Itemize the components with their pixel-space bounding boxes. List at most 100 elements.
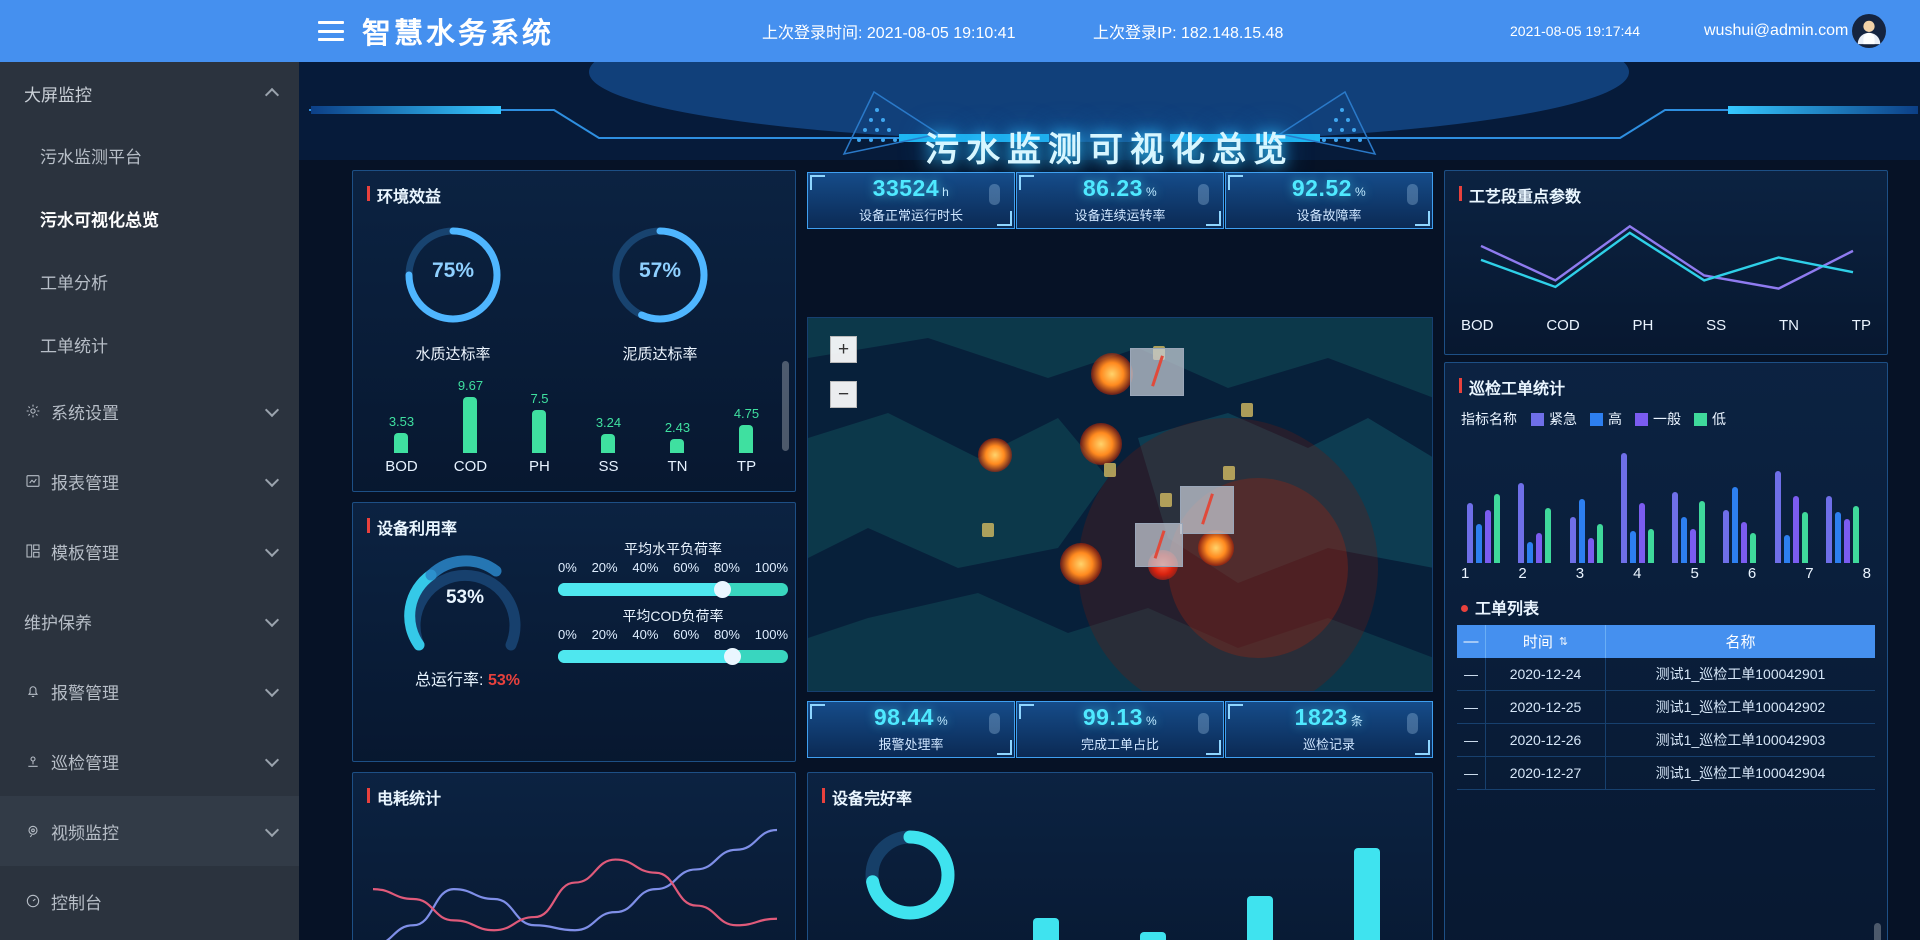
sidebar-item-wushui-jiance-pingtai[interactable]: 污水监测平台 <box>0 124 299 187</box>
sidebar-item-wushui-keshihua-zonglan[interactable]: 污水可视化总览 <box>0 187 299 250</box>
bell-icon <box>24 682 42 700</box>
table-row[interactable]: — 2020-12-27 测试1_巡检工单100042904 <box>1457 757 1875 790</box>
sidebar-item-gongdan-fenxi[interactable]: 工单分析 <box>0 250 299 313</box>
axis-tick-label: SS <box>1706 317 1727 334</box>
bar-rect <box>1596 523 1603 563</box>
user-avatar-icon[interactable] <box>1852 14 1886 48</box>
total-run-rate-label: 总运行率: <box>415 672 484 689</box>
bar-rect <box>1647 528 1654 563</box>
app-brand-title: 智慧水务系统 <box>362 16 555 50</box>
map-station-marker[interactable] <box>1241 403 1253 417</box>
work-order-list-heading: 工单列表 <box>1461 595 1539 619</box>
sidebar-item-video-surveillance[interactable]: 视频监控 <box>0 796 299 866</box>
sidebar-item-label: 巡检管理 <box>51 753 119 773</box>
gear-icon <box>24 402 42 420</box>
kpi-alarm-handle-rate: 98.44% 报警处理率 <box>807 701 1015 758</box>
kpi-value: 92.52% <box>1292 177 1366 200</box>
sidebar-item-report-management[interactable]: 报表管理 <box>0 446 299 516</box>
sidebar-item-alarm-management[interactable]: 报警管理 <box>0 656 299 726</box>
map-station-marker[interactable] <box>1223 466 1235 480</box>
kpi-label: 巡检记录 <box>1302 737 1355 752</box>
row-expand-cell[interactable]: — <box>1457 732 1485 748</box>
kpi-continuous-operation-rate: 86.23% 设备连续运转率 <box>1016 172 1224 229</box>
sidebar-item-inspection-management[interactable]: 巡检管理 <box>0 726 299 796</box>
bar-value-label: 7.5 <box>530 390 549 406</box>
panel-title-environment: 环境效益 <box>367 183 441 207</box>
kpi-number: 99.13 <box>1082 704 1143 730</box>
row-time-cell: 2020-12-25 <box>1485 691 1605 723</box>
table-header-row: — 时间 ⇅ 名称 <box>1457 625 1875 658</box>
scale-tick: 20% <box>591 560 618 575</box>
bar-rect <box>1518 482 1525 563</box>
kpi-number: 98.44 <box>873 704 934 730</box>
kpi-indicator <box>989 713 1000 734</box>
sidebar-item-template-management[interactable]: 模板管理 <box>0 516 299 586</box>
table-header-cell-name[interactable]: 名称 <box>1605 625 1875 658</box>
table-row[interactable]: — 2020-12-26 测试1_巡检工单100042903 <box>1457 724 1875 757</box>
panel-scrollbar[interactable] <box>782 361 789 451</box>
row-name-cell: 测试1_巡检工单100042904 <box>1605 757 1875 789</box>
bar-value-label: 2.43 <box>664 419 691 435</box>
map-station-marker[interactable] <box>982 523 994 537</box>
scale-tick: 60% <box>673 627 700 642</box>
kpi-unit: % <box>1354 185 1367 199</box>
kpi-value: 99.13% <box>1083 706 1157 729</box>
table-scrollbar[interactable] <box>1874 923 1881 940</box>
avg-water-load-label: 平均水平负荷率 <box>624 541 722 557</box>
bar-rect <box>1527 542 1534 563</box>
axis-tick-label: 1 <box>1461 565 1470 582</box>
sidebar-item-console[interactable]: 控制台 <box>0 866 299 936</box>
map-zoom-in-button[interactable]: + <box>830 336 857 363</box>
axis-tick-label: PH <box>1632 317 1654 334</box>
hamburger-menu-icon[interactable] <box>318 21 344 41</box>
axis-tick-label: BOD <box>1461 317 1494 334</box>
bar-rect <box>463 396 478 453</box>
row-expand-cell[interactable]: — <box>1457 699 1485 715</box>
bar-rect <box>1638 503 1645 563</box>
panel-environment-benefit: 环境效益 75% 水质达标率 57% 泥质达标率 3.53 BOD 9.67 C… <box>352 170 796 492</box>
bar-category-label: SS <box>598 458 619 475</box>
sidebar-sub-label: 污水可视化总览 <box>40 211 159 230</box>
map-zoom-out-button[interactable]: − <box>830 381 857 408</box>
map-station-marker[interactable] <box>1104 463 1116 477</box>
dashboard-header-decoration <box>299 62 1920 160</box>
table-row[interactable]: — 2020-12-24 测试1_巡检工单100042901 <box>1457 658 1875 691</box>
map-station-marker[interactable] <box>1160 493 1172 507</box>
kpi-value: 86.23% <box>1083 177 1157 200</box>
bar-rect <box>1246 896 1273 940</box>
sidebar-item-gongdan-tongji[interactable]: 工单统计 <box>0 313 299 376</box>
last-login-ip-label: 上次登录IP: <box>1093 25 1177 42</box>
sludge-quality-gauge-value: 57% <box>638 259 682 282</box>
table-header-cell-time[interactable]: 时间 ⇅ <box>1485 625 1605 658</box>
map-heat-marker <box>978 438 1012 472</box>
bar-rect <box>1620 452 1627 563</box>
legend-item: 紧急 <box>1531 409 1577 429</box>
user-email[interactable]: wushui@admin.com <box>1704 22 1848 40</box>
sidebar-item-system-settings[interactable]: 系统设置 <box>0 376 299 446</box>
row-expand-cell[interactable]: — <box>1457 765 1485 781</box>
map-photo-thumbnail[interactable] <box>1135 523 1183 567</box>
bar-rect <box>1732 487 1739 563</box>
table-header-cell-expand[interactable]: — <box>1457 633 1485 650</box>
chevron-down-icon <box>264 542 280 557</box>
sidebar-item-maintenance[interactable]: 维护保养 <box>0 586 299 656</box>
bar-rect <box>1750 533 1757 563</box>
bar-rect <box>1690 528 1696 563</box>
bar-rect <box>394 432 409 453</box>
chart-power-consumption <box>372 828 778 940</box>
sludge-quality-gauge-label: 泥质达标率 <box>622 346 698 363</box>
water-quality-gauge-value: 75% <box>431 259 475 282</box>
scale-tick: 100% <box>754 560 788 575</box>
sidebar-group-dapingjiankong[interactable]: 大屏监控 <box>0 62 299 124</box>
bar-rect <box>1587 537 1594 563</box>
table-row[interactable]: — 2020-12-25 测试1_巡检工单100042902 <box>1457 691 1875 724</box>
map-photo-thumbnail[interactable] <box>1180 486 1234 534</box>
map-view[interactable]: + − <box>807 317 1433 692</box>
axis-tick-label: COD <box>1546 317 1580 334</box>
sidebar-item-label: 报警管理 <box>51 683 119 703</box>
row-expand-cell[interactable]: — <box>1457 666 1485 682</box>
map-photo-thumbnail[interactable] <box>1130 348 1184 396</box>
bar-rect <box>1353 848 1380 940</box>
bar-rect <box>1485 510 1491 563</box>
sort-icon[interactable]: ⇅ <box>1559 635 1568 648</box>
